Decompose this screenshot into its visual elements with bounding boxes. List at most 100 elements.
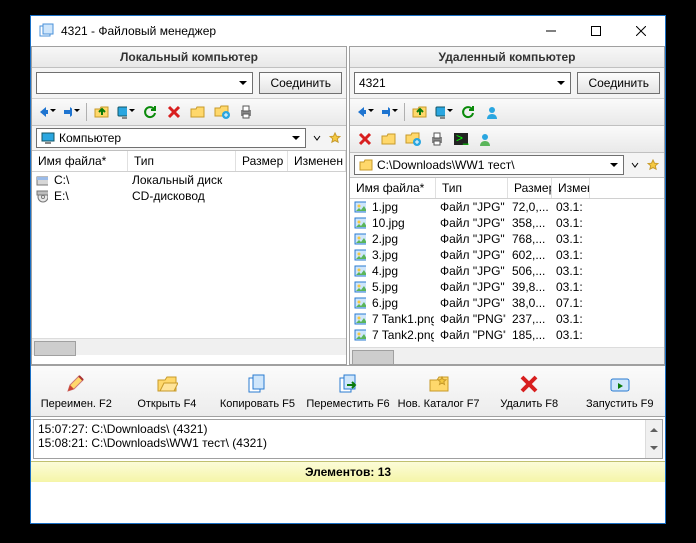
transfer-icon[interactable] [213,103,231,121]
file-size [234,173,286,187]
run-button[interactable]: Запустить F9 [574,370,665,412]
local-connection-combo[interactable] [36,72,253,94]
delete-icon[interactable] [356,130,374,148]
folder-icon [359,158,373,172]
desktop-icon[interactable] [117,103,135,121]
local-hscroll[interactable] [32,338,346,355]
col-modified[interactable]: Изменен [288,151,346,171]
file-name: C:\ [48,173,126,187]
newdir-button[interactable]: Нов. Каталог F7 [393,370,484,412]
action-label: Переместить F6 [306,398,389,410]
remote-toolbar-2: >_ [350,126,664,153]
bookmark-icon[interactable] [646,158,660,172]
remote-list-header[interactable]: Имя файла* Тип Размер Измен [350,178,664,199]
back-icon[interactable] [356,103,374,121]
newdir-icon [427,372,451,396]
col-type[interactable]: Тип [128,151,236,171]
remote-connect-button[interactable]: Соединить [577,72,660,94]
file-name: 2.jpg [366,232,434,246]
col-size[interactable]: Размер [508,178,552,198]
user-icon[interactable] [483,103,501,121]
open-button[interactable]: Открыть F4 [122,370,213,412]
remote-path-combo[interactable]: C:\Downloads\WW1 тест\ [354,155,624,175]
local-file-list[interactable]: C:\ Локальный диск E:\ CD-дисковод [32,172,346,338]
back-icon[interactable] [38,103,56,121]
local-pane: Локальный компьютер Соединить [31,46,347,365]
list-item[interactable]: 4.jpg Файл "JPG" 506,... 03.1: [350,263,664,279]
delete-button[interactable]: Удалить F8 [484,370,575,412]
local-connect-button[interactable]: Соединить [259,72,342,94]
col-size[interactable]: Размер [236,151,288,171]
bookmark-icon[interactable] [328,131,342,145]
file-size: 358,... [506,216,550,230]
file-modified [286,173,346,187]
file-type: Файл "JPG" [434,264,506,278]
list-item[interactable]: 3.jpg Файл "JPG" 602,... 03.1: [350,247,664,263]
copy-icon [245,372,269,396]
minimize-button[interactable] [528,17,573,45]
list-item[interactable]: 7 Tank2.png Файл "PNG" 185,... 03.1: [350,327,664,343]
file-modified: 07.1: [550,296,588,310]
transfer-icon[interactable] [404,130,422,148]
forward-icon[interactable] [62,103,80,121]
forward-icon[interactable] [380,103,398,121]
file-name: 7 Tank2.png [366,328,434,342]
remote-pane-title: Удаленный компьютер [350,47,664,68]
col-name[interactable]: Имя файла* [350,178,436,198]
file-size: 768,... [506,232,550,246]
log-line: 15:08:21: C:\Downloads\WW1 тест\ (4321) [38,436,658,450]
img-icon [350,328,366,342]
local-path-combo[interactable]: Компьютер [36,128,306,148]
action-label: Открыть F4 [137,398,196,410]
file-size: 39,8... [506,280,550,294]
col-modified[interactable]: Измен [552,178,590,198]
list-item[interactable]: E:\ CD-дисковод [32,188,346,204]
list-item[interactable]: 10.jpg Файл "JPG" 358,... 03.1: [350,215,664,231]
col-type[interactable]: Тип [436,178,508,198]
log-scrollbar[interactable] [645,420,662,458]
dropdown-icon[interactable] [310,131,324,145]
remote-file-list[interactable]: 1.jpg Файл "JPG" 72,0,... 03.1: 10.jpg Ф… [350,199,664,347]
maximize-button[interactable] [573,17,618,45]
file-modified: 03.1: [550,312,588,326]
refresh-icon[interactable] [141,103,159,121]
close-button[interactable] [618,17,663,45]
print-icon[interactable] [428,130,446,148]
folder-icon[interactable] [189,103,207,121]
folder-icon[interactable] [380,130,398,148]
computer-icon [41,131,55,145]
list-item[interactable]: 7 Tank1.png Файл "PNG" 237,... 03.1: [350,311,664,327]
move-button[interactable]: Переместить F6 [303,370,394,412]
rename-button[interactable]: Переимен. F2 [31,370,122,412]
file-type: CD-дисковод [126,189,234,203]
cd-icon [32,189,48,203]
list-item[interactable]: 2.jpg Файл "JPG" 768,... 03.1: [350,231,664,247]
dropdown-icon[interactable] [628,158,642,172]
img-icon [350,296,366,310]
list-item[interactable]: 5.jpg Файл "JPG" 39,8... 03.1: [350,279,664,295]
session-icon[interactable] [476,130,494,148]
refresh-icon[interactable] [459,103,477,121]
desktop-icon[interactable] [435,103,453,121]
shell-icon[interactable]: >_ [452,130,470,148]
print-icon[interactable] [237,103,255,121]
up-folder-icon[interactable] [411,103,429,121]
titlebar: 4321 - Файловый менеджер [31,16,665,46]
col-name[interactable]: Имя файла* [32,151,128,171]
remote-connection-combo[interactable]: 4321 [354,72,571,94]
action-label: Удалить F8 [500,398,558,410]
list-item[interactable]: C:\ Локальный диск [32,172,346,188]
remote-hscroll[interactable] [350,347,664,364]
action-label: Копировать F5 [220,398,295,410]
local-pane-title: Локальный компьютер [32,47,346,68]
local-list-header[interactable]: Имя файла* Тип Размер Изменен [32,151,346,172]
delete-icon[interactable] [165,103,183,121]
file-name: 1.jpg [366,200,434,214]
list-item[interactable]: 6.jpg Файл "JPG" 38,0... 07.1: [350,295,664,311]
copy-button[interactable]: Копировать F5 [212,370,303,412]
file-modified [286,189,346,203]
log-panel[interactable]: 15:07:27: C:\Downloads\ (4321)15:08:21: … [33,419,663,459]
list-item[interactable]: 1.jpg Файл "JPG" 72,0,... 03.1: [350,199,664,215]
file-modified: 03.1: [550,328,588,342]
up-folder-icon[interactable] [93,103,111,121]
